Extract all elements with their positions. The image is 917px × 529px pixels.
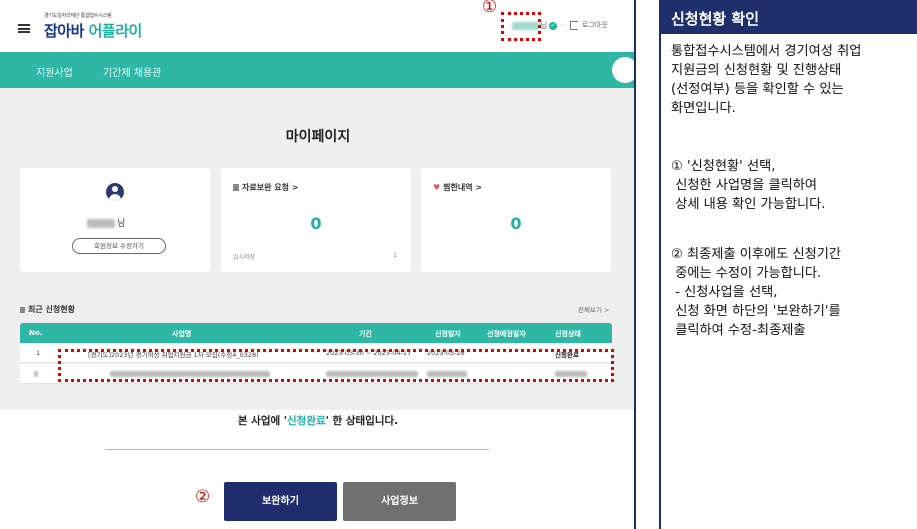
description-line: 신청한 사업명을 클릭하여: [671, 178, 818, 193]
description-title: 신청현황 확인: [671, 10, 760, 28]
screenshot-panel: 경기도일자리재단 통합접수시스템 잡아바 어플라이 님 ✓ · 로그아웃 ① 지…: [0, 0, 636, 529]
description-line: 화면입니다.: [671, 101, 736, 116]
description-line: 지원금의 신청현황 및 진행상태: [671, 63, 842, 78]
description-panel: 신청현황 확인 통합접수시스템에서 경기여성 취업 지원금의 신청현황 및 진행…: [659, 0, 917, 529]
description-line: 중에는 수정이 가능합니다.: [671, 266, 822, 281]
description-line: (선정여부) 등을 확인할 수 있는: [671, 82, 844, 97]
description-line: 클릭하여 수정-최종제출: [671, 323, 806, 338]
description-line: ② 최종제출 이후에도 신청기간: [671, 247, 841, 262]
screenshot-frame: [0, 0, 636, 529]
description-line: 통합접수시스템에서 경기여성 취업: [671, 44, 862, 59]
description-header: 신청현황 확인: [661, 0, 917, 34]
description-line: 상세 내용 확인 가능합니다.: [671, 197, 826, 212]
description-line: ① '신청현황' 선택,: [671, 159, 776, 174]
description-line: 신청 화면 하단의 '보완하기'를: [671, 304, 841, 319]
description-line: - 신청사업을 선택,: [671, 285, 778, 300]
